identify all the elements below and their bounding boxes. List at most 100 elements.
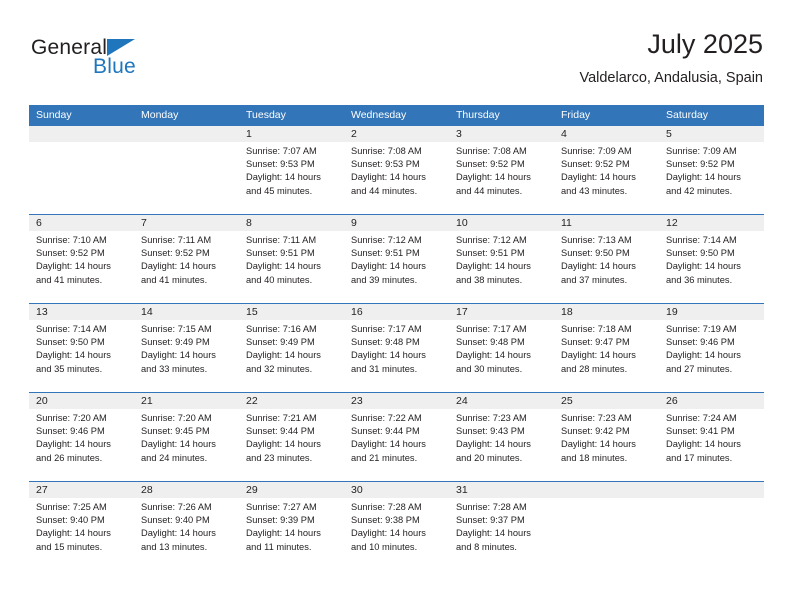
day-number-empty xyxy=(659,482,764,498)
day-number[interactable]: 31 xyxy=(449,482,554,498)
day-cell[interactable]: Sunrise: 7:24 AM Sunset: 9:41 PM Daylight:… xyxy=(659,409,764,481)
day-detail-line: Sunset: 9:50 PM xyxy=(666,248,735,259)
day-detail-line: Sunrise: 7:09 AM xyxy=(666,146,737,156)
day-cell[interactable]: Sunrise: 7:14 AM Sunset: 9:50 PM Daylight:… xyxy=(29,320,134,392)
calendar-grid: Sunday Monday Tuesday Wednesday Thursday Frid… xyxy=(29,105,764,570)
day-detail-line: Sunrise: 7:23 AM xyxy=(456,413,527,423)
day-cell[interactable]: Sunrise: 7:10 AM Sunset: 9:52 PM Daylight:… xyxy=(29,231,134,303)
day-cell-empty xyxy=(659,498,764,570)
day-cell[interactable]: Sunrise: 7:21 AM Sunset: 9:44 PM Daylight:… xyxy=(239,409,344,481)
day-cell[interactable]: Sunrise: 7:20 AM Sunset: 9:46 PM Daylight:… xyxy=(29,409,134,481)
day-cell[interactable]: Sunrise: 7:11 AM Sunset: 9:51 PM Daylight:… xyxy=(239,231,344,303)
day-number[interactable]: 18 xyxy=(554,304,659,320)
day-number[interactable]: 30 xyxy=(344,482,449,498)
title-block: July 2025 Valdelarco, Andalusia, Spain xyxy=(579,28,763,88)
day-detail-line: Sunrise: 7:14 AM xyxy=(666,235,737,245)
day-number[interactable]: 5 xyxy=(659,126,764,142)
day-number[interactable]: 4 xyxy=(554,126,659,142)
day-detail-line: Daylight: 14 hours xyxy=(351,172,426,183)
day-cell[interactable]: Sunrise: 7:13 AM Sunset: 9:50 PM Daylight:… xyxy=(554,231,659,303)
day-number[interactable]: 25 xyxy=(554,393,659,409)
day-cell[interactable]: Sunrise: 7:17 AM Sunset: 9:48 PM Daylight:… xyxy=(344,320,449,392)
logo-text-blue: Blue xyxy=(93,55,136,78)
day-number[interactable]: 21 xyxy=(134,393,239,409)
day-detail-line: Sunrise: 7:20 AM xyxy=(36,413,107,423)
day-number[interactable]: 17 xyxy=(449,304,554,320)
day-number[interactable]: 8 xyxy=(239,215,344,231)
day-detail-line: and 36 minutes. xyxy=(666,274,733,285)
day-number[interactable]: 13 xyxy=(29,304,134,320)
day-number[interactable]: 29 xyxy=(239,482,344,498)
day-cell[interactable]: Sunrise: 7:09 AM Sunset: 9:52 PM Daylight:… xyxy=(659,142,764,214)
day-detail-line: Sunset: 9:52 PM xyxy=(666,159,735,170)
day-detail-line: and 45 minutes. xyxy=(246,185,313,196)
day-number[interactable]: 26 xyxy=(659,393,764,409)
day-detail-line: Sunset: 9:48 PM xyxy=(456,337,525,348)
day-number[interactable]: 24 xyxy=(449,393,554,409)
day-number[interactable]: 11 xyxy=(554,215,659,231)
day-cell[interactable]: Sunrise: 7:25 AM Sunset: 9:40 PM Daylight:… xyxy=(29,498,134,570)
day-detail-line: Sunrise: 7:09 AM xyxy=(561,146,632,156)
day-cell[interactable]: Sunrise: 7:17 AM Sunset: 9:48 PM Daylight:… xyxy=(449,320,554,392)
day-cell[interactable]: Sunrise: 7:15 AM Sunset: 9:49 PM Daylight:… xyxy=(134,320,239,392)
day-detail-line: Sunrise: 7:28 AM xyxy=(456,502,527,512)
day-number[interactable]: 6 xyxy=(29,215,134,231)
day-detail-line: and 8 minutes. xyxy=(456,541,517,552)
day-cell[interactable]: Sunrise: 7:28 AM Sunset: 9:37 PM Daylight:… xyxy=(449,498,554,570)
day-cell[interactable]: Sunrise: 7:19 AM Sunset: 9:46 PM Daylight:… xyxy=(659,320,764,392)
day-cell[interactable]: Sunrise: 7:07 AM Sunset: 9:53 PM Daylight:… xyxy=(239,142,344,214)
day-number[interactable]: 19 xyxy=(659,304,764,320)
day-cell[interactable]: Sunrise: 7:14 AM Sunset: 9:50 PM Daylight:… xyxy=(659,231,764,303)
day-number[interactable]: 22 xyxy=(239,393,344,409)
day-cell[interactable]: Sunrise: 7:23 AM Sunset: 9:43 PM Daylight:… xyxy=(449,409,554,481)
day-cell[interactable]: Sunrise: 7:12 AM Sunset: 9:51 PM Daylight:… xyxy=(344,231,449,303)
day-number[interactable]: 3 xyxy=(449,126,554,142)
day-detail-line: and 13 minutes. xyxy=(141,541,208,552)
day-detail-line: Sunset: 9:52 PM xyxy=(141,248,210,259)
day-cell[interactable]: Sunrise: 7:08 AM Sunset: 9:52 PM Daylight:… xyxy=(449,142,554,214)
day-number[interactable]: 1 xyxy=(239,126,344,142)
day-cell[interactable]: Sunrise: 7:09 AM Sunset: 9:52 PM Daylight:… xyxy=(554,142,659,214)
day-number-empty xyxy=(134,126,239,142)
day-number[interactable]: 28 xyxy=(134,482,239,498)
day-detail-line: Sunrise: 7:22 AM xyxy=(351,413,422,423)
day-cell[interactable]: Sunrise: 7:08 AM Sunset: 9:53 PM Daylight:… xyxy=(344,142,449,214)
day-detail-line: Sunset: 9:40 PM xyxy=(141,515,210,526)
calendar-page: General Blue July 2025 Valdelarco, Andal… xyxy=(0,0,792,612)
week-detail-band: Sunrise: 7:14 AM Sunset: 9:50 PM Daylight:… xyxy=(29,320,764,392)
day-detail-line: Sunrise: 7:14 AM xyxy=(36,324,107,334)
day-cell[interactable]: Sunrise: 7:12 AM Sunset: 9:51 PM Daylight:… xyxy=(449,231,554,303)
day-cell[interactable]: Sunrise: 7:27 AM Sunset: 9:39 PM Daylight:… xyxy=(239,498,344,570)
day-cell[interactable]: Sunrise: 7:16 AM Sunset: 9:49 PM Daylight:… xyxy=(239,320,344,392)
day-cell[interactable]: Sunrise: 7:23 AM Sunset: 9:42 PM Daylight:… xyxy=(554,409,659,481)
day-detail-line: Sunrise: 7:15 AM xyxy=(141,324,212,334)
day-number[interactable]: 15 xyxy=(239,304,344,320)
day-cell[interactable]: Sunrise: 7:11 AM Sunset: 9:52 PM Daylight:… xyxy=(134,231,239,303)
day-number[interactable]: 7 xyxy=(134,215,239,231)
day-detail-line: Sunrise: 7:10 AM xyxy=(36,235,107,245)
day-number[interactable]: 16 xyxy=(344,304,449,320)
day-number[interactable]: 9 xyxy=(344,215,449,231)
general-blue-logo: General Blue xyxy=(31,36,171,84)
day-cell[interactable]: Sunrise: 7:22 AM Sunset: 9:44 PM Daylight:… xyxy=(344,409,449,481)
weekday-header-thursday: Thursday xyxy=(456,109,500,121)
day-number[interactable]: 2 xyxy=(344,126,449,142)
day-cell[interactable]: Sunrise: 7:20 AM Sunset: 9:45 PM Daylight:… xyxy=(134,409,239,481)
day-number[interactable]: 12 xyxy=(659,215,764,231)
day-cell[interactable]: Sunrise: 7:28 AM Sunset: 9:38 PM Daylight:… xyxy=(344,498,449,570)
day-detail-line: Sunset: 9:53 PM xyxy=(246,159,315,170)
day-detail-line: Daylight: 14 hours xyxy=(141,439,216,450)
day-number[interactable]: 23 xyxy=(344,393,449,409)
day-cell[interactable]: Sunrise: 7:18 AM Sunset: 9:47 PM Daylight:… xyxy=(554,320,659,392)
day-detail-line: Sunset: 9:52 PM xyxy=(456,159,525,170)
day-number[interactable]: 20 xyxy=(29,393,134,409)
day-detail-line: Sunset: 9:45 PM xyxy=(141,426,210,437)
day-cell[interactable]: Sunrise: 7:26 AM Sunset: 9:40 PM Daylight:… xyxy=(134,498,239,570)
week-daynumber-band: 13 14 15 16 17 18 19 xyxy=(29,304,764,320)
day-number[interactable]: 14 xyxy=(134,304,239,320)
day-number[interactable]: 10 xyxy=(449,215,554,231)
day-detail-line: Sunset: 9:46 PM xyxy=(666,337,735,348)
day-number[interactable]: 27 xyxy=(29,482,134,498)
day-detail-line: and 42 minutes. xyxy=(666,185,733,196)
day-detail-line: and 24 minutes. xyxy=(141,452,208,463)
